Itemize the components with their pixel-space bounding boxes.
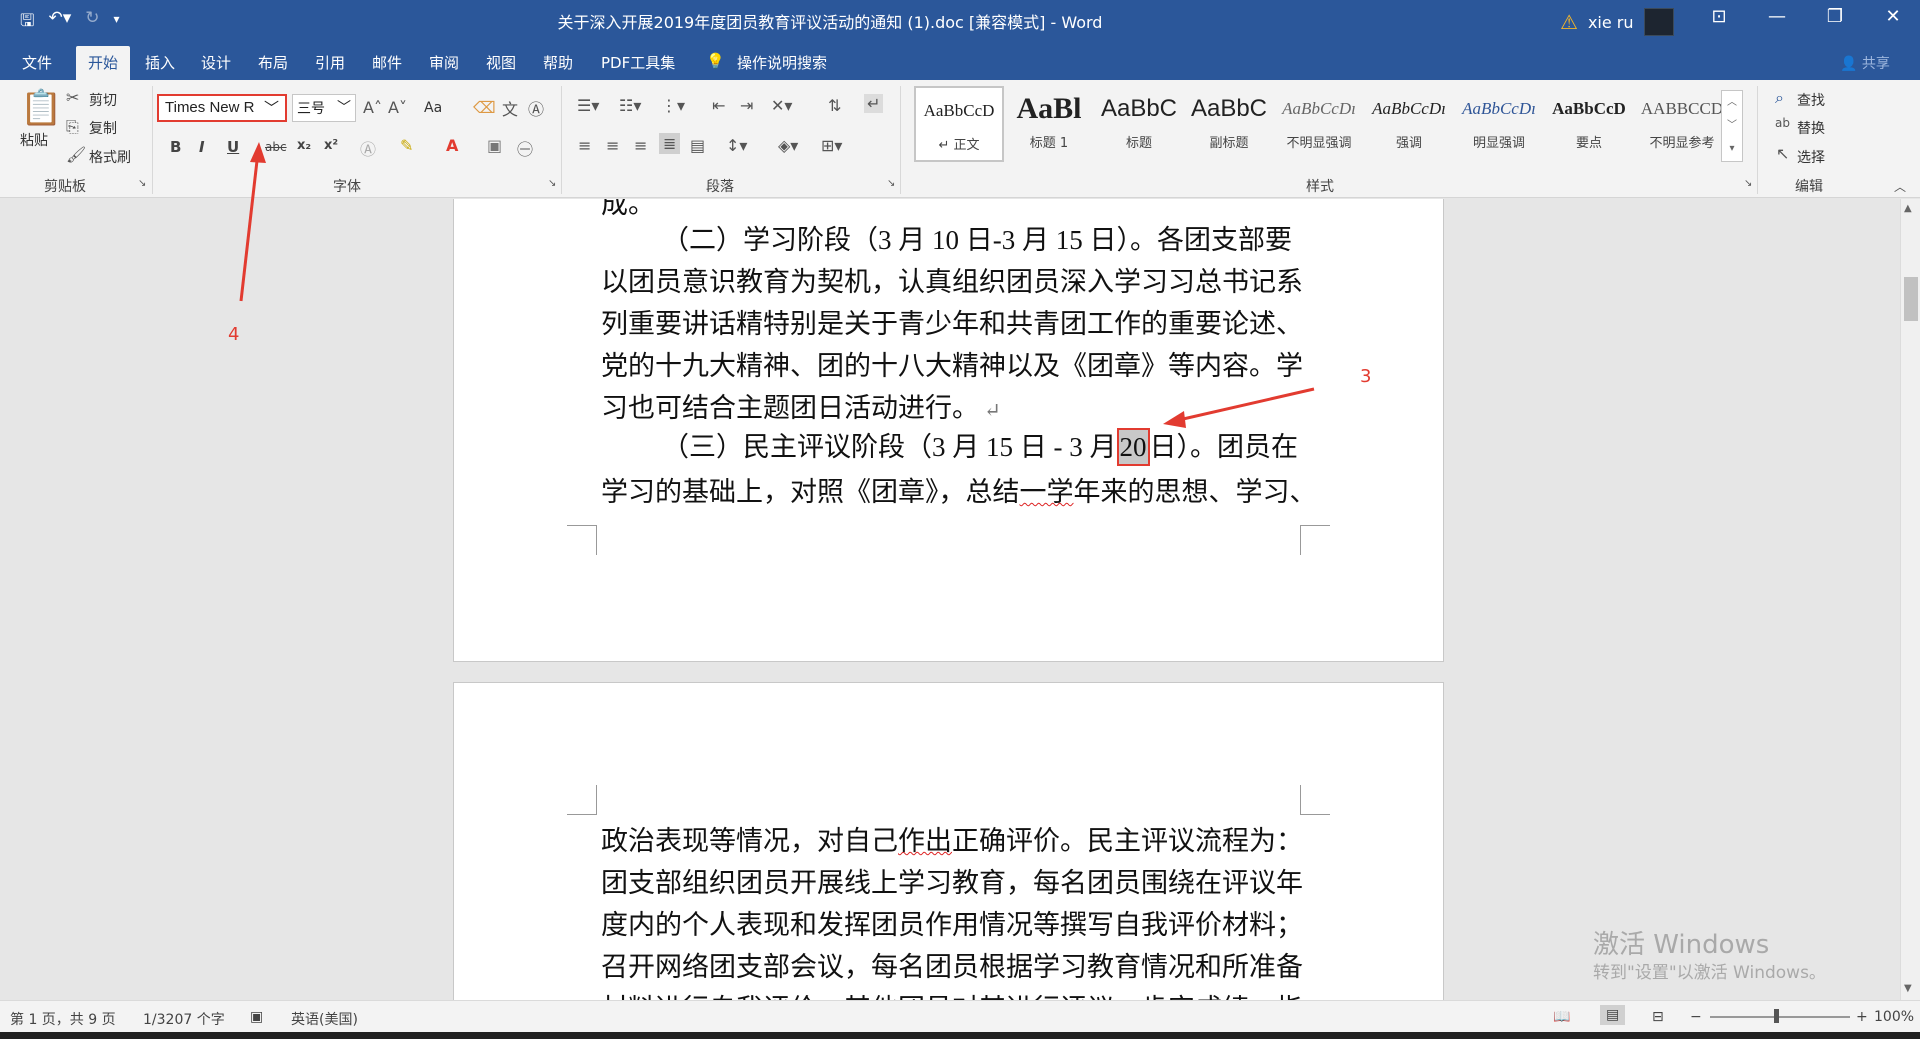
taskbar	[0, 1032, 1920, 1039]
proofing-icon[interactable]: ▣	[250, 1009, 263, 1025]
annotation-label: 3	[1360, 366, 1372, 387]
annotation-arrows	[239, 142, 1315, 428]
read-mode-icon[interactable]: 📖	[1553, 1009, 1570, 1025]
zoom-thumb[interactable]	[1774, 1009, 1779, 1023]
arrow-3	[1169, 387, 1315, 424]
zoom-level[interactable]: 100%	[1874, 1009, 1914, 1025]
page-count[interactable]: 第 1 页，共 9 页	[10, 1009, 116, 1029]
word-count[interactable]: 1/3207 个字	[143, 1009, 225, 1029]
activation-watermark-sub: 转到"设置"以激活 Windows。	[1593, 963, 1826, 983]
annotation-label: 4	[228, 324, 240, 345]
web-layout-icon[interactable]: ⊟	[1652, 1009, 1664, 1025]
arrowhead-3	[1163, 411, 1186, 428]
zoom-slider[interactable]	[1710, 1016, 1850, 1018]
zoom-in-icon[interactable]: +	[1856, 1009, 1868, 1025]
arrowhead-4	[250, 142, 266, 163]
zoom-out-icon[interactable]: −	[1690, 1009, 1702, 1025]
arrow-4	[239, 151, 260, 302]
status-bar: 第 1 页，共 9 页 1/3207 个字 ▣ 英语(美国) 📖 ▤ ⊟ − +…	[0, 1000, 1920, 1032]
activation-watermark: 激活 Windows	[1593, 930, 1770, 960]
print-layout-icon[interactable]: ▤	[1600, 1005, 1626, 1025]
language[interactable]: 英语(美国)	[291, 1009, 358, 1029]
